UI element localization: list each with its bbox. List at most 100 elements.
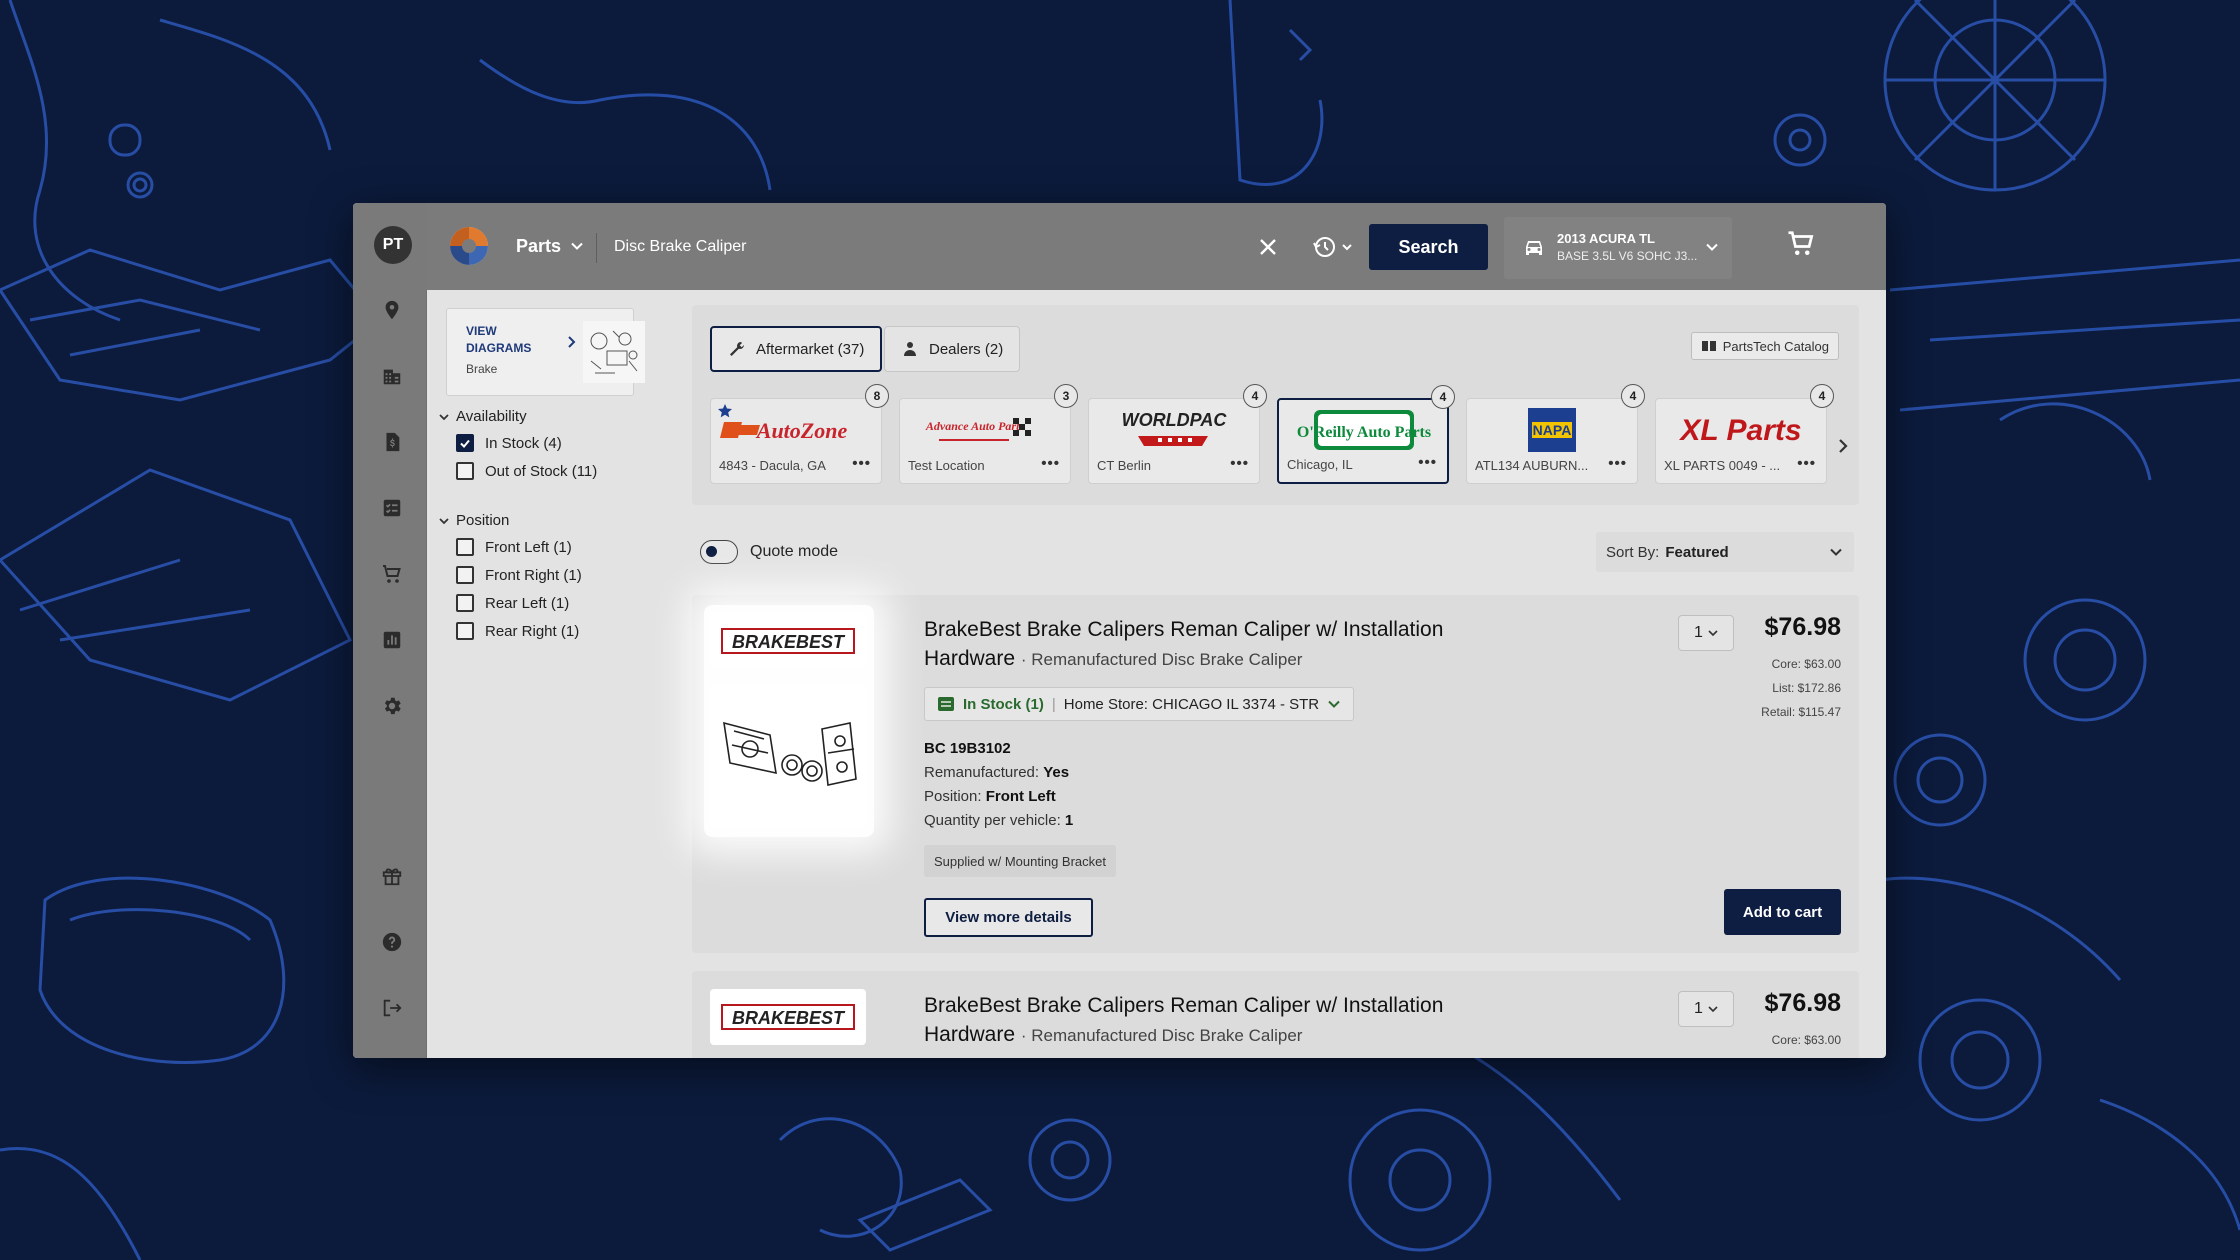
quantity-value: 1 — [1694, 624, 1703, 641]
clear-search-icon[interactable] — [1254, 233, 1282, 261]
napa-logo: NAPA — [1475, 407, 1629, 453]
supplier-card-xlparts[interactable]: XL Parts XL PARTS 0049 - ... ••• 4 — [1655, 384, 1834, 484]
quantity-selector[interactable]: 1 — [1678, 991, 1734, 1027]
more-options-icon[interactable]: ••• — [1797, 455, 1816, 472]
settings-icon[interactable] — [377, 691, 407, 721]
vehicle-name: 2013 ACURA TL — [1557, 231, 1656, 246]
supplier-card-oreilly[interactable]: O'Reilly Auto Parts Chicago, IL ••• 4 — [1277, 385, 1455, 484]
chevron-down-icon — [571, 242, 583, 250]
supplier-card-napa[interactable]: NAPA ATL134 AUBURN... ••• 4 — [1466, 384, 1645, 484]
chevron-right-icon — [568, 336, 576, 348]
more-options-icon[interactable]: ••• — [1041, 455, 1060, 472]
help-icon[interactable] — [377, 927, 407, 957]
product-title-block[interactable]: BrakeBest Brake Calipers Reman Caliper w… — [924, 991, 1524, 1050]
chevron-down-icon — [439, 413, 449, 420]
view-details-button[interactable]: View more details — [924, 898, 1093, 937]
quantity-selector[interactable]: 1 — [1678, 615, 1734, 651]
product-result: BRAKEBEST BrakeBest Brake Calipers Reman… — [692, 971, 1859, 1058]
cart-icon[interactable] — [1786, 229, 1816, 264]
logout-icon[interactable] — [377, 993, 407, 1023]
search-history-icon[interactable] — [1311, 233, 1359, 261]
checkbox[interactable] — [456, 622, 474, 640]
add-to-cart-button[interactable]: Add to cart — [1724, 889, 1841, 935]
checklist-icon[interactable] — [377, 493, 407, 523]
checkbox[interactable] — [456, 462, 474, 480]
spec-label: Quantity per vehicle: — [924, 812, 1061, 829]
catalog-badge[interactable]: PartsTech Catalog — [1690, 332, 1839, 360]
diagrams-title: VIEW DIAGRAMS — [466, 324, 532, 355]
checkbox[interactable] — [456, 538, 474, 556]
supplier-card-worldpac[interactable]: WORLDPAC CT Berlin ••• 4 — [1088, 384, 1267, 484]
feature-chip: Supplied w/ Mounting Bracket — [924, 845, 1116, 877]
building-icon[interactable] — [377, 361, 407, 391]
position-header[interactable]: Position — [438, 512, 509, 529]
category-dropdown[interactable]: Parts — [516, 229, 584, 263]
reports-icon[interactable] — [377, 625, 407, 655]
chevron-down-icon — [1328, 700, 1340, 708]
checkbox[interactable] — [456, 566, 474, 584]
search-input[interactable] — [614, 233, 1034, 261]
chevron-right-icon[interactable] — [1835, 436, 1851, 456]
supplier-count-badge: 4 — [1243, 384, 1267, 408]
vehicle-selector[interactable]: 2013 ACURA TL BASE 3.5L V6 SOHC J3... — [1504, 217, 1732, 279]
more-options-icon[interactable]: ••• — [1230, 455, 1249, 472]
checkbox[interactable] — [456, 594, 474, 612]
product-title-block[interactable]: BrakeBest Brake Calipers Reman Caliper w… — [924, 615, 1524, 674]
checkbox-checked[interactable] — [456, 434, 474, 452]
parts-app-window: PT Parts Disc Brake Caliper Search 2013 … — [353, 203, 1886, 1058]
supplier-logo-text: Advance Auto Parts — [925, 419, 1025, 433]
sort-label: Sort By: — [1606, 543, 1660, 561]
sort-dropdown[interactable]: Sort By: Featured — [1596, 532, 1854, 572]
supplier-logo-text: XL Parts — [1678, 414, 1801, 447]
filter-front-right[interactable]: Front Right (1) — [456, 566, 582, 584]
availability-title: Availability — [456, 408, 527, 425]
supplier-logo-text: NAPA — [1533, 422, 1572, 438]
supplier-logo-text: AutoZone — [755, 418, 848, 443]
autozone-logo: AutoZone — [719, 407, 873, 453]
supplier-location: CT Berlin — [1097, 458, 1151, 473]
quote-mode-toggle[interactable]: Quote mode — [700, 540, 838, 564]
filter-label: Front Right (1) — [485, 566, 582, 584]
wrench-icon — [730, 342, 744, 356]
filter-out-of-stock[interactable]: Out of Stock (11) — [456, 462, 597, 480]
filter-front-left[interactable]: Front Left (1) — [456, 538, 572, 556]
spec-position: Position: Front Left — [924, 788, 1056, 805]
gift-icon[interactable] — [377, 861, 407, 891]
filter-rear-right[interactable]: Rear Right (1) — [456, 622, 579, 640]
diagram-thumbnail — [583, 321, 645, 383]
supplier-count-badge: 4 — [1621, 384, 1645, 408]
part-number: BC 19B3102 — [924, 740, 1011, 757]
filter-label: Front Left (1) — [485, 538, 572, 556]
invoice-icon[interactable] — [377, 427, 407, 457]
tab-aftermarket[interactable]: Aftermarket (37) — [710, 326, 883, 372]
tab-dealers[interactable]: Dealers (2) — [884, 326, 1021, 372]
cart-icon[interactable] — [377, 559, 407, 589]
retail-price: Retail: $115.47 — [1761, 705, 1841, 719]
oreilly-logo: O'Reilly Auto Parts — [1287, 408, 1441, 454]
car-icon — [1526, 241, 1542, 255]
product-image[interactable] — [710, 683, 866, 829]
brand-logo-text: BRAKEBEST — [732, 632, 846, 652]
supplier-logo-text: O'Reilly Auto Parts — [1297, 424, 1431, 441]
more-options-icon[interactable]: ••• — [1418, 454, 1437, 471]
filter-rear-left[interactable]: Rear Left (1) — [456, 594, 569, 612]
app-logo[interactable] — [446, 223, 492, 269]
supplier-count-badge: 4 — [1431, 385, 1455, 409]
stock-status[interactable]: In Stock (1) | Home Store: CHICAGO IL 33… — [924, 687, 1355, 721]
divider — [596, 233, 597, 263]
filter-label: In Stock (4) — [485, 434, 562, 452]
toggle-switch[interactable] — [700, 540, 738, 564]
more-options-icon[interactable]: ••• — [1608, 455, 1627, 472]
supplier-card-autozone[interactable]: AutoZone 4843 - Dacula, GA ••• 8 — [710, 384, 889, 484]
supplier-card-advance[interactable]: Advance Auto Parts Test Location ••• 3 — [899, 384, 1078, 484]
location-icon[interactable] — [377, 295, 407, 325]
filter-label: Rear Left (1) — [485, 594, 570, 612]
view-diagrams-card[interactable]: VIEW DIAGRAMS Brake — [446, 308, 645, 396]
user-avatar[interactable]: PT — [374, 226, 412, 264]
filter-in-stock[interactable]: In Stock (4) — [456, 434, 562, 452]
worldpac-logo: WORLDPAC — [1097, 407, 1251, 453]
chevron-down-icon — [439, 517, 449, 524]
more-options-icon[interactable]: ••• — [852, 455, 871, 472]
search-button[interactable]: Search — [1369, 224, 1488, 270]
availability-header[interactable]: Availability — [438, 408, 527, 425]
